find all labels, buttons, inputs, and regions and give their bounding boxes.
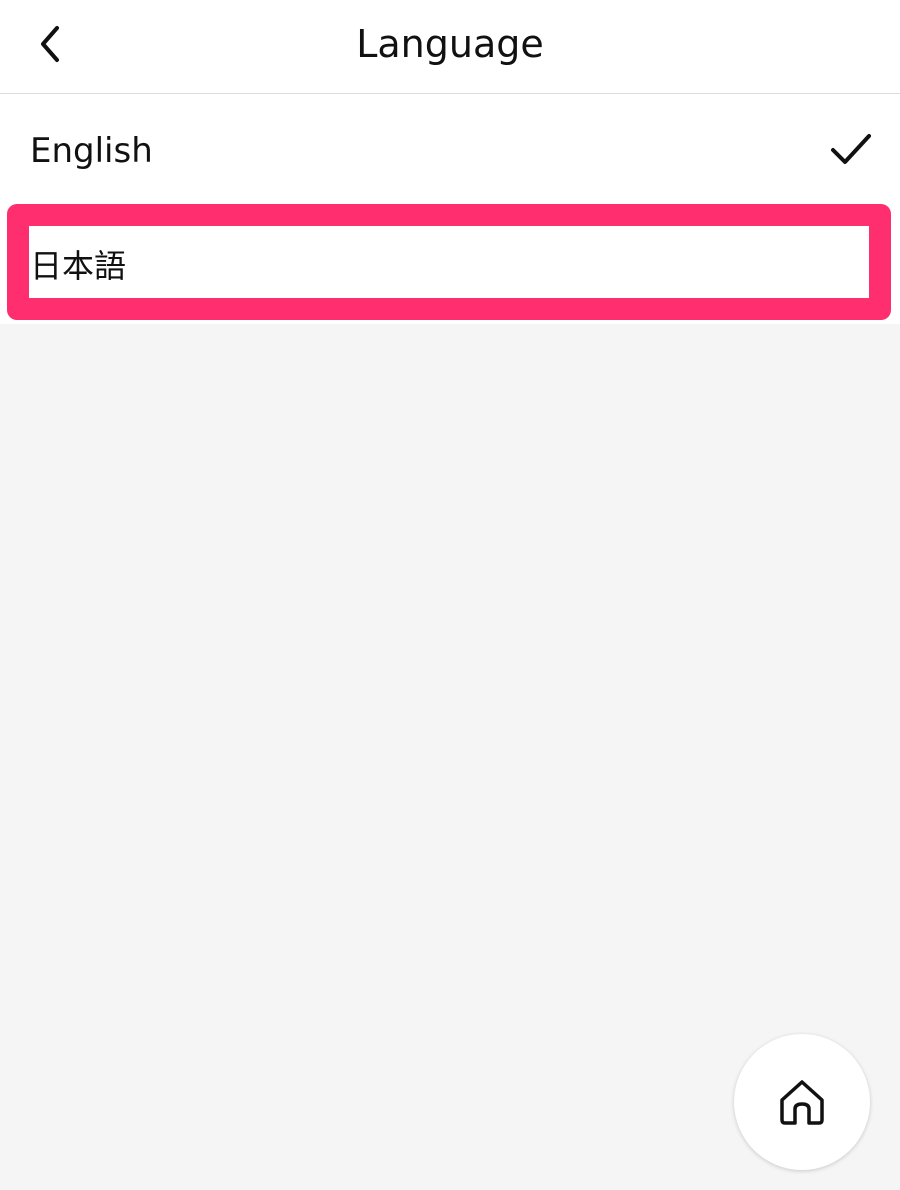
check-icon [831,134,871,164]
page-title: Language [356,22,544,66]
language-list: English 日本語 [0,94,900,324]
language-option-japanese[interactable]: 日本語 [0,209,900,324]
top-bar: Language [0,0,900,94]
home-icon [780,1080,824,1125]
language-option-english[interactable]: English [0,94,900,209]
chevron-left-icon [41,26,59,62]
home-button[interactable] [734,1034,870,1170]
back-button[interactable] [20,14,80,74]
language-label-japanese: 日本語 [30,247,127,285]
language-label-english: English [30,131,153,171]
